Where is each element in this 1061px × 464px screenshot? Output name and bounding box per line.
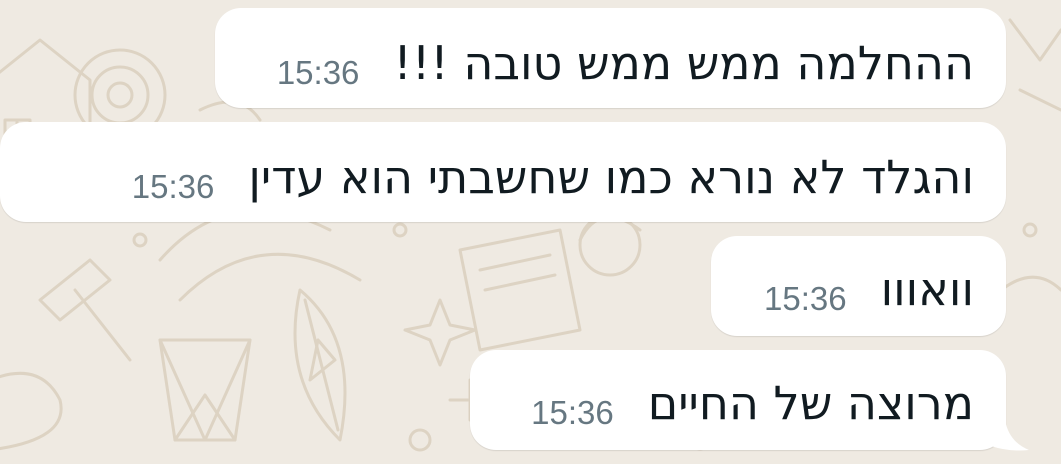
message-timestamp: 15:36 bbox=[131, 168, 215, 205]
message-text: מרוצה של החיים bbox=[647, 376, 974, 430]
message-bubble[interactable]: מרוצה של החיים 15:36 bbox=[470, 350, 1006, 450]
message-text: והגלד לא נורא כמו שחשבתי הוא עדין bbox=[248, 150, 974, 204]
message-bubble[interactable]: וואווו 15:36 bbox=[711, 236, 1006, 336]
message-text: ההחלמה ממש ממש טובה !!! bbox=[393, 36, 974, 90]
message-timestamp: 15:36 bbox=[531, 394, 614, 431]
message-text: וואווו bbox=[880, 262, 974, 316]
message-bubble[interactable]: והגלד לא נורא כמו שחשבתי הוא עדין 15:36 bbox=[0, 122, 1006, 222]
message-timestamp: 15:36 bbox=[763, 280, 847, 317]
bubble-tail bbox=[991, 420, 1029, 451]
message-bubble[interactable]: ההחלמה ממש ממש טובה !!! 15:36 bbox=[215, 8, 1006, 108]
message-timestamp: 15:36 bbox=[276, 54, 360, 91]
